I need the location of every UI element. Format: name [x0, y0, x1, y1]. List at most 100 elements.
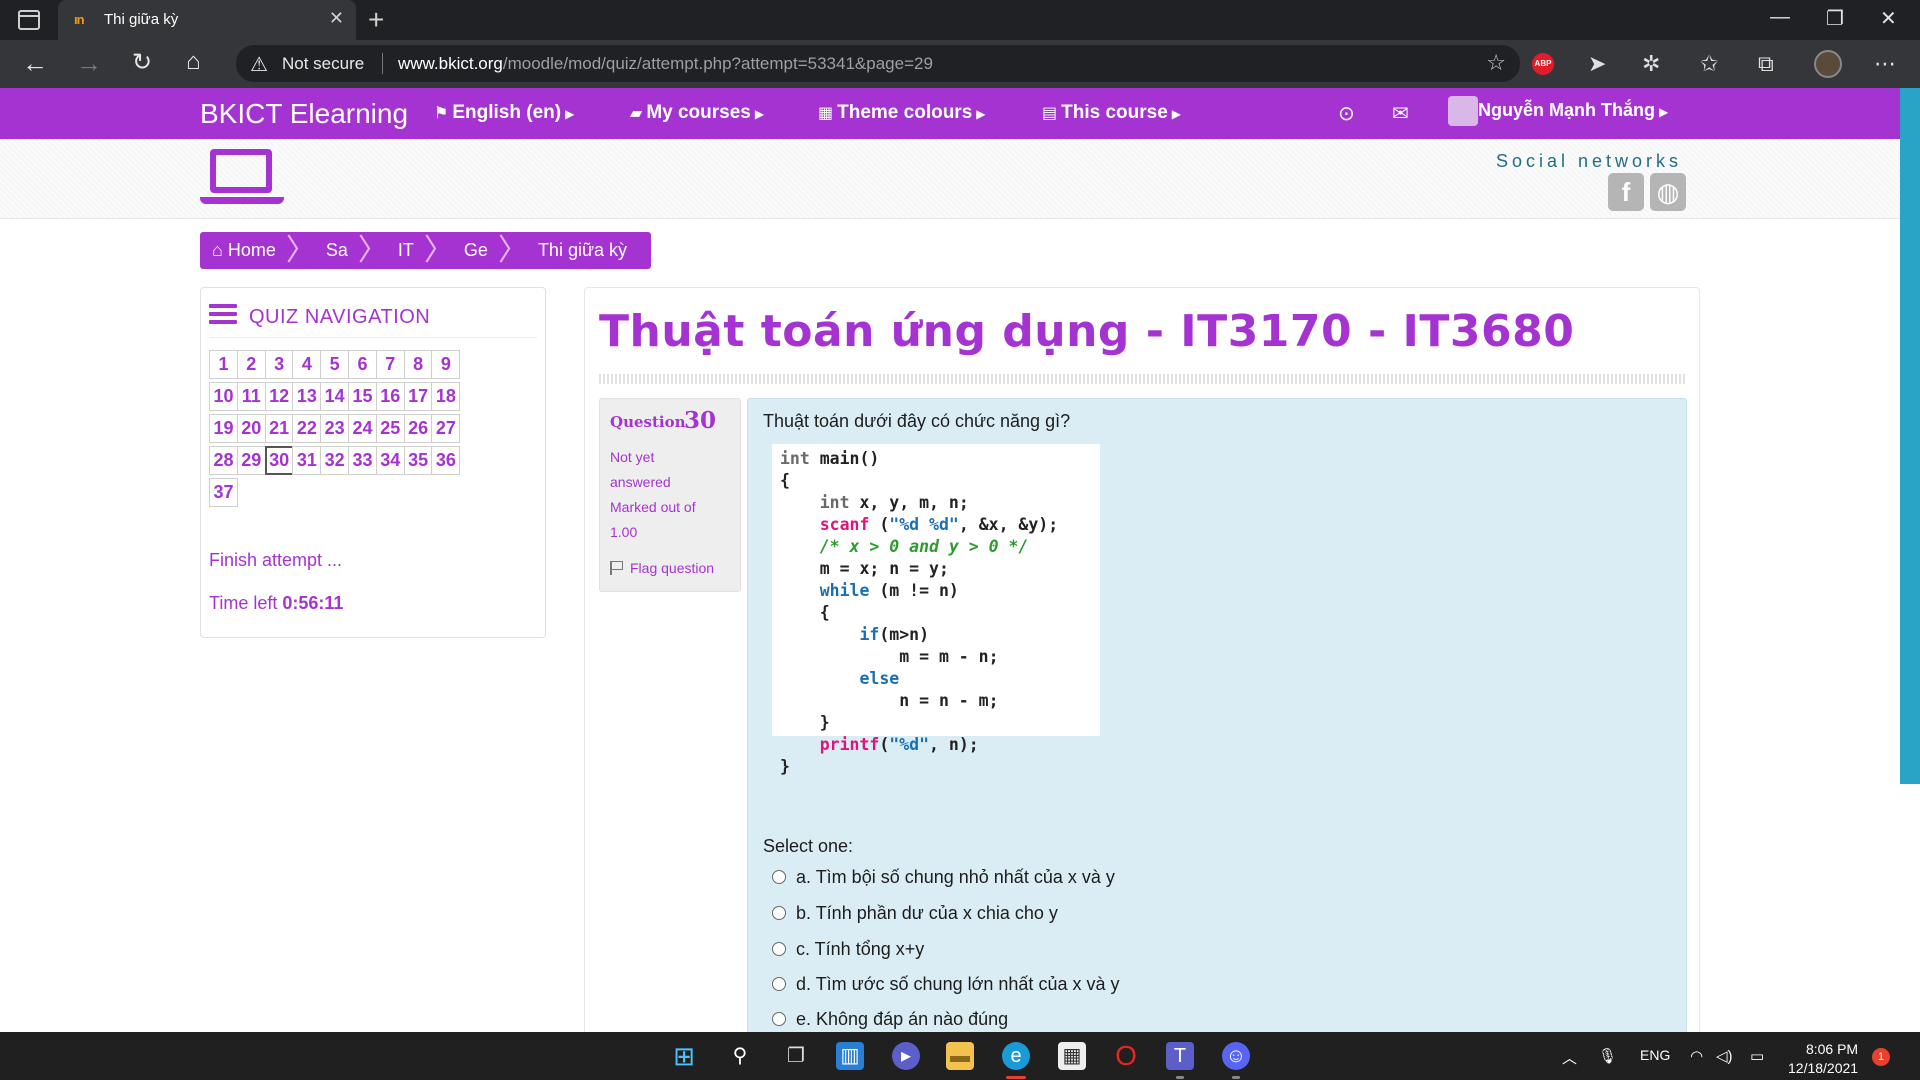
page-scrollbar[interactable]: [1900, 88, 1920, 784]
file-explorer-icon[interactable]: ▬: [946, 1042, 974, 1070]
not-secure-label[interactable]: Not secure: [282, 54, 364, 74]
answer-option-b[interactable]: b. Tính phần dư của x chia cho y: [772, 903, 1058, 924]
question-nav-button[interactable]: 36: [431, 446, 461, 475]
question-nav-button[interactable]: 6: [348, 350, 377, 379]
language-menu[interactable]: ⚑ English (en) ▶: [434, 102, 574, 124]
question-nav-button[interactable]: 22: [292, 414, 322, 443]
microphone-icon[interactable]: 🎙: [1598, 1047, 1617, 1065]
globe-icon[interactable]: ◍: [1650, 173, 1686, 211]
messages-icon[interactable]: ✉: [1392, 101, 1409, 126]
question-nav-button[interactable]: 14: [320, 382, 350, 411]
cursor-extension-icon[interactable]: ➤: [1588, 51, 1606, 77]
breadcrumb-item[interactable]: Sa: [316, 240, 358, 261]
question-nav-button[interactable]: 37: [209, 478, 238, 507]
volume-icon[interactable]: ◁): [1716, 1047, 1733, 1065]
question-nav-button[interactable]: 7: [375, 350, 405, 379]
answer-option-c[interactable]: c. Tính tổng x+y: [772, 939, 924, 960]
answer-option-d[interactable]: d. Tìm ước số chung lớn nhất của x và y: [772, 974, 1119, 995]
discord-icon[interactable]: ☺: [1222, 1042, 1250, 1070]
radio-button[interactable]: [772, 906, 786, 920]
radio-button[interactable]: [772, 1012, 786, 1026]
radio-button[interactable]: [772, 977, 786, 991]
question-nav-button[interactable]: 4: [292, 350, 322, 379]
teams-icon[interactable]: T: [1166, 1042, 1194, 1070]
breadcrumb-item[interactable]: Ge: [454, 240, 498, 261]
question-nav-button[interactable]: 2: [236, 350, 266, 379]
favorite-star-icon[interactable]: ☆: [1486, 50, 1506, 76]
question-nav-button[interactable]: 11: [236, 382, 266, 411]
question-nav-button[interactable]: 9: [431, 350, 461, 379]
wifi-icon[interactable]: ◠: [1690, 1047, 1703, 1065]
radio-button[interactable]: [772, 942, 786, 956]
close-window-icon[interactable]: ✕: [1880, 6, 1897, 31]
flag-question-button[interactable]: Flag question: [610, 560, 714, 576]
question-nav-button[interactable]: 13: [292, 382, 322, 411]
collections-icon[interactable]: ⧉: [1758, 51, 1774, 77]
restore-icon[interactable]: ❐: [1826, 6, 1844, 31]
theme-colours-menu[interactable]: ▦ Theme colours ▶: [818, 102, 986, 124]
question-nav-button[interactable]: 10: [209, 382, 238, 411]
question-nav-button[interactable]: 15: [348, 382, 377, 411]
question-nav-button[interactable]: 34: [375, 446, 405, 475]
edge-icon[interactable]: e: [1002, 1042, 1030, 1070]
question-nav-button[interactable]: 20: [236, 414, 266, 443]
question-nav-button[interactable]: 27: [431, 414, 461, 443]
profile-avatar[interactable]: [1814, 50, 1842, 78]
notification-icon[interactable]: ⊙: [1338, 101, 1355, 126]
question-nav-button[interactable]: 5: [320, 350, 350, 379]
widgets-icon[interactable]: ▥: [836, 1042, 864, 1070]
question-nav-button[interactable]: 16: [375, 382, 405, 411]
opera-icon[interactable]: O: [1112, 1042, 1140, 1070]
address-bar[interactable]: ⚠ Not secure www.bkict.org/moodle/mod/qu…: [236, 45, 1520, 82]
reload-icon[interactable]: ↻: [132, 48, 152, 77]
taskbar-clock[interactable]: 8:06 PM 12/18/2021: [1788, 1040, 1858, 1078]
question-nav-button[interactable]: 23: [320, 414, 350, 443]
forward-icon[interactable]: →: [76, 48, 102, 79]
menu-icon[interactable]: [209, 304, 237, 328]
extensions-icon[interactable]: ✲: [1642, 51, 1660, 77]
question-nav-button[interactable]: 32: [320, 446, 350, 475]
user-menu[interactable]: Nguyễn Mạnh Thắng ▶: [1478, 100, 1668, 121]
question-nav-button[interactable]: 1: [209, 350, 238, 379]
site-brand[interactable]: BKICT Elearning: [200, 98, 408, 130]
question-nav-button[interactable]: 12: [264, 382, 294, 411]
tab-actions-icon[interactable]: [18, 10, 40, 30]
store-icon[interactable]: ▦: [1058, 1042, 1086, 1070]
question-nav-button[interactable]: 24: [348, 414, 377, 443]
question-nav-button[interactable]: 21: [264, 414, 294, 443]
question-nav-button[interactable]: 33: [348, 446, 377, 475]
minimize-icon[interactable]: —: [1770, 6, 1790, 29]
my-courses-menu[interactable]: ▰ My courses ▶: [630, 102, 764, 124]
question-nav-button[interactable]: 31: [292, 446, 322, 475]
answer-option-a[interactable]: a. Tìm bội số chung nhỏ nhất của x và y: [772, 867, 1115, 888]
breadcrumb-home[interactable]: ⌂ Home: [212, 240, 286, 261]
breadcrumb-current[interactable]: Thi giữa kỳ: [528, 240, 637, 261]
battery-icon[interactable]: ▭: [1750, 1047, 1764, 1065]
question-nav-button[interactable]: 18: [431, 382, 461, 411]
task-view-icon[interactable]: ❐: [782, 1042, 810, 1070]
question-nav-button[interactable]: 26: [403, 414, 433, 443]
home-icon[interactable]: ⌂: [186, 48, 201, 76]
answer-option-e[interactable]: e. Không đáp án nào đúng: [772, 1009, 1008, 1030]
browser-tab[interactable]: ın Thi giữa kỳ ✕: [58, 0, 356, 40]
facebook-icon[interactable]: f: [1608, 173, 1644, 211]
question-nav-button[interactable]: 19: [209, 414, 238, 443]
question-nav-button[interactable]: 28: [209, 446, 238, 475]
chat-icon[interactable]: ▸: [892, 1042, 920, 1070]
back-icon[interactable]: ←: [22, 48, 48, 79]
start-icon[interactable]: ⊞: [670, 1042, 698, 1070]
user-avatar[interactable]: [1448, 96, 1478, 126]
tray-overflow-icon[interactable]: ︿: [1562, 1047, 1577, 1068]
breadcrumb-item[interactable]: IT: [388, 240, 424, 261]
question-nav-button[interactable]: 35: [403, 446, 433, 475]
new-tab-button[interactable]: +: [368, 4, 384, 36]
radio-button[interactable]: [772, 870, 786, 884]
question-nav-button[interactable]: 8: [403, 350, 433, 379]
question-nav-button[interactable]: 17: [403, 382, 433, 411]
this-course-menu[interactable]: ▤ This course ▶: [1042, 102, 1181, 124]
more-options-icon[interactable]: ⋯: [1874, 51, 1896, 77]
url-text[interactable]: www.bkict.org/moodle/mod/quiz/attempt.ph…: [398, 54, 933, 74]
favorites-icon[interactable]: ✩: [1700, 51, 1718, 77]
laptop-logo-icon[interactable]: [200, 149, 284, 204]
warning-icon[interactable]: ⚠: [250, 52, 268, 77]
